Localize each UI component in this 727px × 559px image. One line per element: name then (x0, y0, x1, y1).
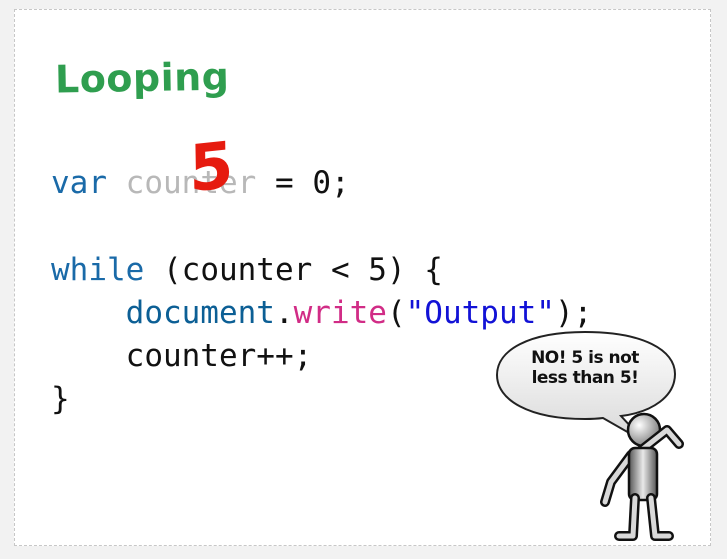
slide-title: Looping (54, 54, 230, 102)
speech-bubble-line-1: NO! 5 is not (531, 348, 639, 368)
code-dot: . (274, 295, 294, 331)
code-line-close-brace: } (51, 381, 70, 417)
code-method-write: write (293, 295, 387, 331)
slide: Looping var counter = 0; 5 while (counte… (14, 9, 711, 546)
code-line-increment: counter++; (51, 338, 313, 374)
code-keyword-while: while (51, 252, 145, 288)
code-open-paren: ( (386, 295, 406, 331)
code-object-document: document (125, 295, 275, 331)
code-while-condition: (counter < 5) { (144, 252, 443, 288)
code-keyword-var: var (51, 165, 107, 201)
speech-bubble-line-2: less than 5! (531, 368, 639, 389)
code-assignment: = 0; (256, 165, 350, 201)
code-line-while: while (counter < 5) { (51, 255, 443, 286)
counter-value-overlay: 5 (188, 128, 235, 208)
speech-bubble-text: NO! 5 is not less than 5! (499, 348, 671, 389)
thinking-stick-figure-icon (600, 412, 684, 541)
